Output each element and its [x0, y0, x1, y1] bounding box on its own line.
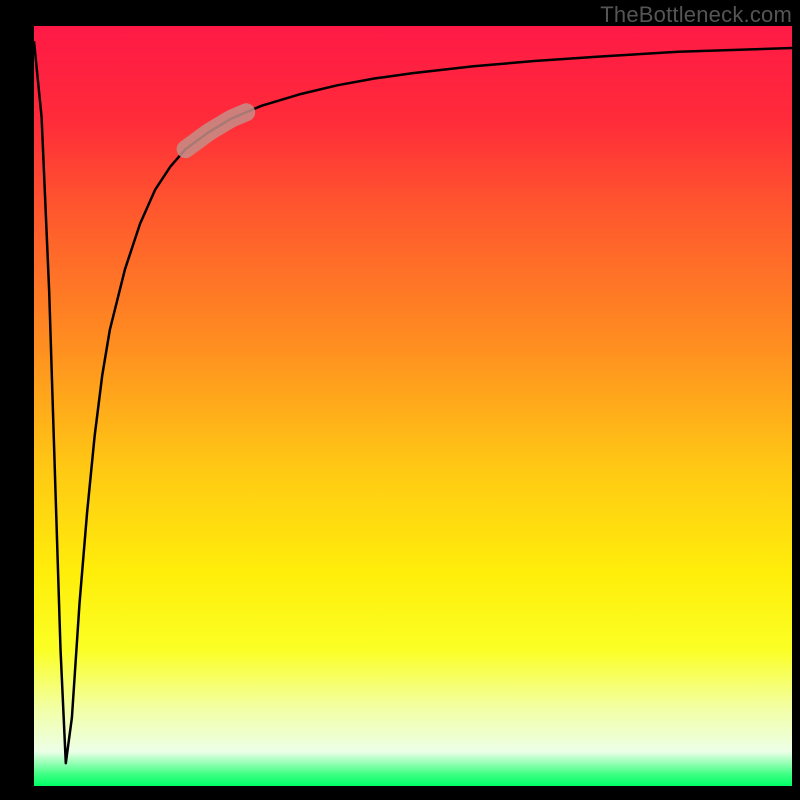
chart-stage: TheBottleneck.com [0, 0, 800, 800]
watermark-text: TheBottleneck.com [600, 2, 792, 28]
curve-layer [34, 26, 792, 786]
curve-highlight-segment [186, 112, 247, 149]
bottleneck-curve-path [34, 41, 792, 763]
plot-area [34, 26, 792, 786]
